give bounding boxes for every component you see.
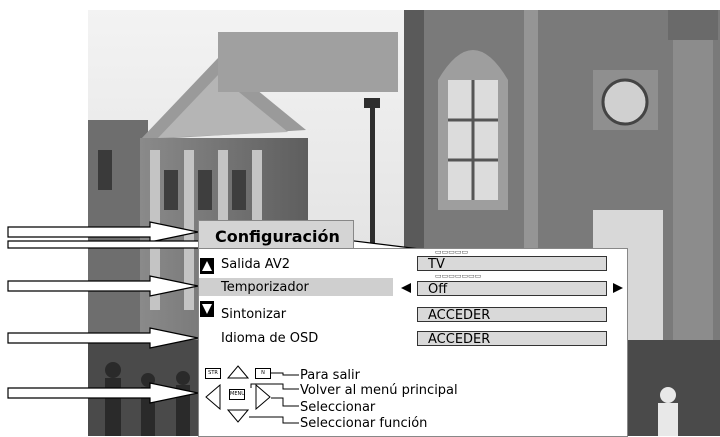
salida-av2-value[interactable]: TV: [417, 256, 607, 272]
menu-title-tab: Configuración: [198, 220, 354, 249]
menu-item-idioma-osd[interactable]: Idioma de OSD: [221, 331, 318, 346]
level-dots: ▭▭▭▭▭: [435, 248, 469, 256]
help-select-text: Seleccionar: [300, 400, 376, 415]
callout-arrow-icon: [7, 382, 199, 404]
left-arrow-icon[interactable]: [400, 282, 412, 294]
level-dots: ▭▭▭▭▭▭▭: [435, 272, 482, 280]
page-title: Configuración: [215, 227, 340, 246]
down-arrow-icon[interactable]: [200, 301, 214, 317]
idioma-osd-value[interactable]: ACCEDER: [417, 331, 607, 347]
key-help-panel: STR N MENU Para salir Volver al menú pri…: [198, 356, 628, 437]
menu-item-temporizador[interactable]: Temporizador: [221, 280, 309, 295]
settings-menu: Salida AV2 ▭▭▭▭▭ TV Temporizador ▭▭▭▭▭▭▭…: [198, 248, 628, 358]
up-arrow-icon[interactable]: [200, 258, 214, 274]
sintonizar-value[interactable]: ACCEDER: [417, 307, 607, 323]
help-select-function-text: Seleccionar función: [300, 416, 428, 431]
help-exit-text: Para salir: [300, 368, 360, 383]
help-back-text: Volver al menú principal: [300, 383, 458, 398]
temporizador-value[interactable]: Off: [417, 281, 607, 297]
connector-lines: [249, 372, 299, 424]
menu-item-salida-av2[interactable]: Salida AV2: [221, 257, 290, 272]
callout-arrow-icon: [7, 275, 199, 297]
callout-arrow-icon: [7, 327, 199, 349]
right-arrow-icon[interactable]: [612, 282, 624, 294]
menu-item-sintonizar[interactable]: Sintonizar: [221, 307, 286, 322]
callout-arrow-icon: [7, 221, 199, 243]
